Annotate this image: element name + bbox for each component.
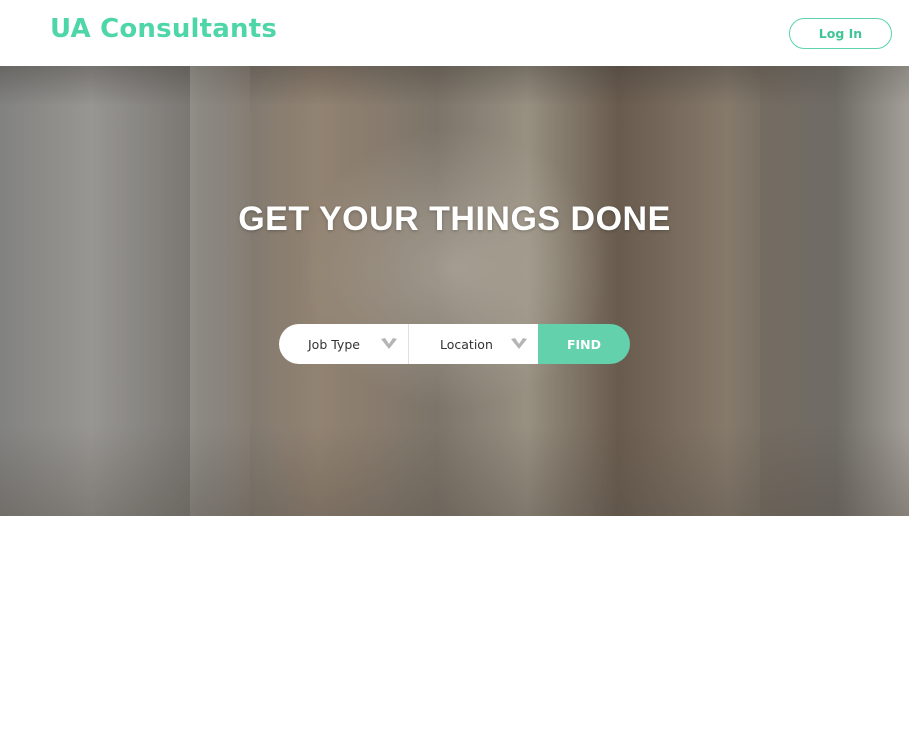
job-type-select[interactable]: Job Type [279, 324, 408, 364]
site-header: UA Consultants Log In [0, 0, 909, 66]
chevron-down-icon [381, 338, 397, 349]
find-button[interactable]: FIND [538, 324, 630, 364]
location-label: Location [440, 336, 493, 352]
search-bar: Job Type Location FIND [279, 324, 631, 364]
hero-section: GET YOUR THINGS DONE Job Type Location F… [0, 66, 909, 516]
hero-overlay [0, 66, 909, 516]
job-type-label: Job Type [308, 336, 360, 352]
brand-logo[interactable]: UA Consultants [50, 14, 277, 44]
chevron-down-icon [511, 338, 527, 349]
hero-title: GET YOUR THINGS DONE [238, 200, 671, 238]
login-button[interactable]: Log In [789, 18, 892, 49]
location-select[interactable]: Location [408, 324, 538, 364]
